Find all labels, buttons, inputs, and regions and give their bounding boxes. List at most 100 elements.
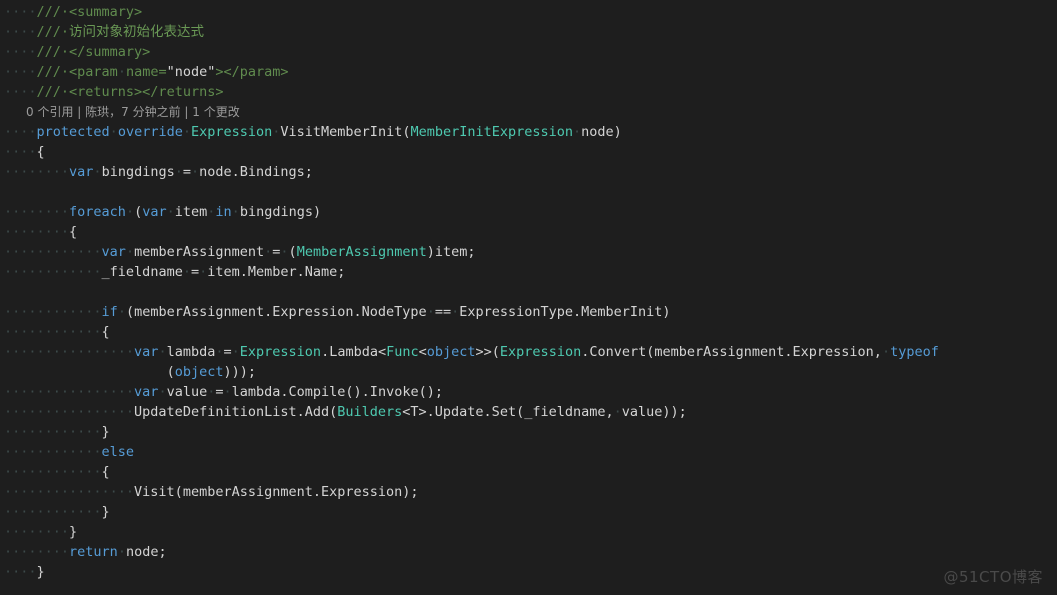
code-line[interactable]: [0, 282, 1057, 302]
code-token: {: [36, 144, 45, 160]
code-token: VisitMemberInit(: [280, 124, 411, 140]
whitespace-dots: ·: [223, 384, 232, 400]
code-token: value: [166, 384, 208, 400]
whitespace-dots: ·: [117, 304, 126, 320]
code-token: value));: [621, 404, 687, 420]
code-line[interactable]: ········var·bingdings·=·node.Bindings;: [0, 162, 1057, 182]
code-line[interactable]: (object)));: [0, 362, 1057, 382]
code-token: node): [581, 124, 622, 140]
code-line[interactable]: ········return·node;: [0, 542, 1057, 562]
code-token: return: [69, 544, 118, 560]
code-line[interactable]: [0, 182, 1057, 202]
code-line[interactable]: ····///·</summary>: [0, 42, 1057, 62]
code-token: {: [101, 324, 110, 340]
code-token: ///·: [36, 84, 70, 100]
whitespace-dots: ·: [215, 344, 224, 360]
whitespace-dots: ·: [109, 124, 118, 140]
whitespace-dots: ····: [4, 44, 37, 60]
whitespace-dots: ·: [117, 64, 126, 80]
whitespace-dots: ················: [4, 404, 135, 420]
code-line[interactable]: ············var·memberAssignment·=·(Memb…: [0, 242, 1057, 262]
code-token: ==: [434, 304, 452, 320]
code-line[interactable]: ············}: [0, 502, 1057, 522]
whitespace-dots: ············: [4, 504, 102, 520]
code-line[interactable]: ········foreach·(var·item·in·bingdings): [0, 202, 1057, 222]
code-token: (memberAssignment.Expression.NodeType: [125, 304, 427, 320]
whitespace-dots: ·: [231, 344, 240, 360]
code-token: =: [182, 164, 191, 180]
whitespace-dots: ·: [166, 204, 175, 220]
code-token: ///·: [36, 64, 70, 80]
code-line[interactable]: ····///·<param·name="node"></param>: [0, 62, 1057, 82]
code-token: {: [101, 464, 110, 480]
code-line[interactable]: ····{: [0, 142, 1057, 162]
code-content-area[interactable]: ····///·<summary> ····///·访问对象初始化表达式 ····/…: [0, 2, 1057, 582]
code-token: >>(: [475, 344, 500, 360]
code-token: item: [174, 204, 208, 220]
whitespace-dots: ················: [4, 344, 135, 360]
code-token: lambda.Compile().Invoke();: [231, 384, 443, 400]
code-line[interactable]: ····///·访问对象初始化表达式: [0, 22, 1057, 42]
whitespace-dots: ············: [4, 424, 102, 440]
whitespace-dots: ·: [125, 204, 135, 220]
code-token: else: [101, 444, 135, 460]
code-line[interactable]: ············if·(memberAssignment.Express…: [0, 302, 1057, 322]
code-token: node;: [125, 544, 167, 560]
whitespace-dots: ····: [4, 24, 37, 40]
code-token: </summary>: [69, 44, 151, 60]
code-line[interactable]: ················UpdateDefinitionList.Add…: [0, 402, 1057, 422]
code-token: =: [223, 344, 232, 360]
code-line[interactable]: ············_fieldname·=·item.Member.Nam…: [0, 262, 1057, 282]
code-token: =: [215, 384, 224, 400]
whitespace-dots: ················: [4, 384, 135, 400]
code-line[interactable]: ····}: [0, 562, 1057, 582]
whitespace-dots: ················: [4, 484, 135, 500]
code-line[interactable]: ········}: [0, 522, 1057, 542]
code-line[interactable]: ····///·<summary>: [0, 2, 1057, 22]
code-token: 访问对象初始化表达式: [69, 24, 205, 40]
code-token: ///·: [36, 4, 70, 20]
code-token: <summary>: [69, 4, 143, 20]
whitespace-dots: ········: [4, 524, 70, 540]
code-line[interactable]: ····///·<returns></returns>: [0, 82, 1057, 102]
code-token: node.Bindings;: [199, 164, 313, 180]
code-token: (: [288, 244, 297, 260]
codelens-annotation[interactable]: 0 个引用 | 陈珙，7 分钟之前 | 1 个更改: [0, 102, 1057, 122]
code-token: name=: [125, 64, 167, 80]
code-token: var: [134, 344, 159, 360]
code-token: Expression: [499, 344, 582, 360]
code-line[interactable]: ············}: [0, 422, 1057, 442]
code-token: object: [426, 344, 476, 360]
code-token: }: [101, 424, 110, 440]
code-token: _fieldname: [101, 264, 183, 280]
whitespace-dots: ·: [231, 204, 240, 220]
whitespace-dots: ·: [174, 164, 183, 180]
code-line[interactable]: ········{: [0, 222, 1057, 242]
code-line[interactable]: ············{: [0, 322, 1057, 342]
code-token: ///·: [36, 24, 70, 40]
code-line[interactable]: ················Visit(memberAssignment.E…: [0, 482, 1057, 502]
code-token: Func: [386, 344, 419, 360]
whitespace-dots: ········: [4, 224, 70, 240]
code-token: (: [166, 364, 175, 380]
whitespace-dots: ············: [4, 444, 102, 460]
code-token: var: [101, 244, 126, 260]
code-token: }: [69, 524, 78, 540]
whitespace-dots: ·: [613, 404, 622, 420]
code-editor-surface[interactable]: ····///·<summary> ····///·访问对象初始化表达式 ····/…: [0, 0, 1057, 595]
code-line[interactable]: ····protected·override·Expression·VisitM…: [0, 122, 1057, 142]
code-token: <returns></returns>: [69, 84, 224, 100]
code-token: lambda: [166, 344, 216, 360]
code-token: .Convert(memberAssignment.Expression,: [581, 344, 882, 360]
code-line[interactable]: ············else: [0, 442, 1057, 462]
whitespace-dots: ····: [4, 564, 37, 580]
code-token: Builders: [337, 404, 403, 420]
code-token: var: [69, 164, 94, 180]
code-line[interactable]: ················var·value·=·lambda.Compi…: [0, 382, 1057, 402]
whitespace-dots: ········: [4, 204, 70, 220]
code-token: Expression: [239, 344, 322, 360]
code-line[interactable]: ················var·lambda·=·Expression.…: [0, 342, 1057, 362]
code-token: ></param>: [215, 64, 289, 80]
code-line[interactable]: ············{: [0, 462, 1057, 482]
code-token: =: [190, 264, 200, 280]
